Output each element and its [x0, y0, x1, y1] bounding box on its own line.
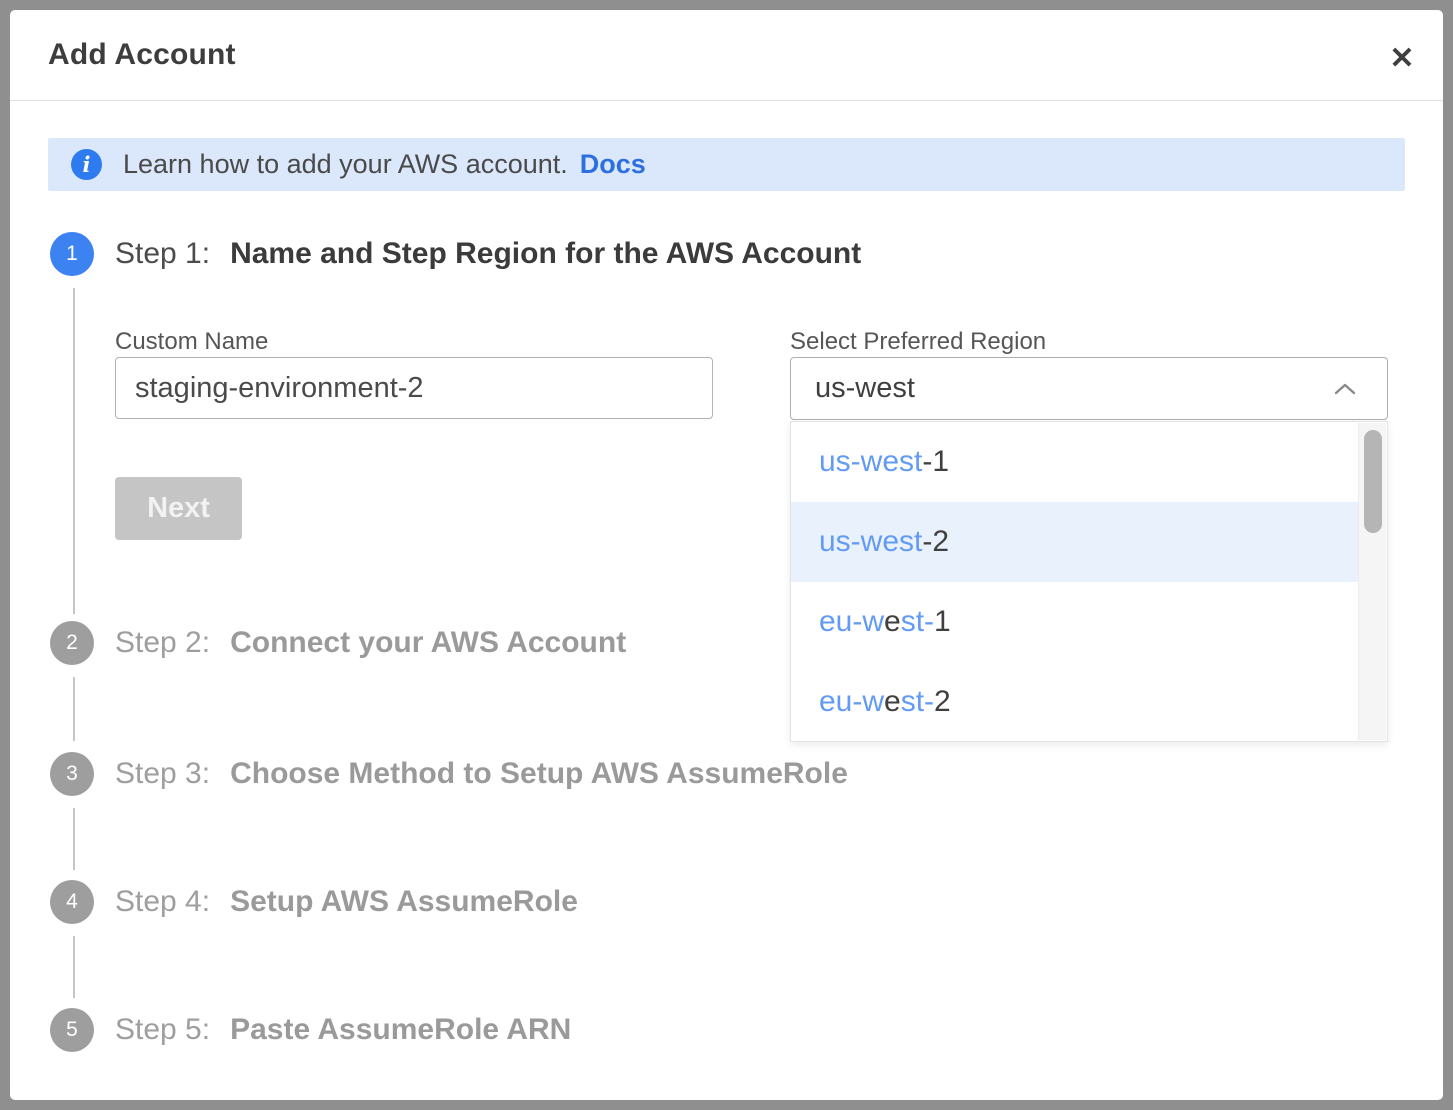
step-1-circle: 1	[50, 232, 94, 276]
region-option-eu-west-2[interactable]: eu-west-2	[791, 662, 1360, 742]
step-1-prefix: Step 1:	[115, 237, 210, 271]
option-label: eu-west-2	[819, 685, 951, 719]
info-banner: i Learn how to add your AWS account. Doc…	[48, 138, 1405, 191]
region-dropdown: us-west-1 us-west-2 eu-west-1 eu-west-2	[790, 421, 1388, 742]
step-2-title: Connect your AWS Account	[230, 626, 626, 660]
next-button[interactable]: Next	[115, 477, 242, 540]
step-2-circle: 2	[50, 621, 94, 665]
dropdown-scrollbar-track[interactable]	[1358, 423, 1386, 740]
step-5-title: Paste AssumeRole ARN	[230, 1013, 571, 1047]
custom-name-label: Custom Name	[115, 328, 268, 356]
chevron-up-icon	[1329, 381, 1361, 397]
step-5-circle: 5	[50, 1008, 94, 1052]
step-1-number: 1	[66, 242, 78, 266]
region-select[interactable]: us-west	[790, 357, 1388, 420]
region-option-us-west-1[interactable]: us-west-1	[791, 422, 1360, 502]
region-label: Select Preferred Region	[790, 328, 1046, 356]
connector-1-2	[73, 288, 75, 614]
option-label: us-west-1	[819, 445, 949, 479]
step-3-header: Step 3: Choose Method to Setup AWS Assum…	[115, 752, 848, 796]
connector-2-3	[73, 677, 75, 741]
step-4-header: Step 4: Setup AWS AssumeRole	[115, 880, 578, 924]
header-divider	[10, 100, 1443, 101]
step-5-header: Step 5: Paste AssumeRole ARN	[115, 1008, 571, 1052]
step-3-prefix: Step 3:	[115, 757, 210, 791]
step-1-header: Step 1: Name and Step Region for the AWS…	[115, 232, 861, 276]
step-4-number: 4	[66, 890, 78, 914]
step-5-prefix: Step 5:	[115, 1013, 210, 1047]
step-3-number: 3	[66, 762, 78, 786]
close-icon[interactable]: ✕	[1380, 36, 1424, 80]
dropdown-scrollbar-thumb[interactable]	[1364, 430, 1382, 533]
step-2-number: 2	[66, 631, 78, 655]
add-account-modal: Add Account ✕ i Learn how to add your AW…	[10, 10, 1443, 1100]
info-icon: i	[71, 149, 102, 180]
step-5-number: 5	[66, 1018, 78, 1042]
region-select-value: us-west	[815, 372, 1329, 405]
step-4-title: Setup AWS AssumeRole	[230, 885, 578, 919]
step-3-title: Choose Method to Setup AWS AssumeRole	[230, 757, 848, 791]
step-2-header: Step 2: Connect your AWS Account	[115, 621, 626, 665]
connector-3-4	[73, 808, 75, 870]
region-option-eu-west-1[interactable]: eu-west-1	[791, 582, 1360, 662]
banner-text: Learn how to add your AWS account.	[123, 149, 568, 180]
step-3-circle: 3	[50, 752, 94, 796]
custom-name-input[interactable]	[115, 357, 713, 419]
step-2-prefix: Step 2:	[115, 626, 210, 660]
option-label: eu-west-1	[819, 605, 951, 639]
step-4-circle: 4	[50, 880, 94, 924]
docs-link[interactable]: Docs	[580, 149, 646, 180]
step-1-title: Name and Step Region for the AWS Account	[230, 237, 861, 271]
step-4-prefix: Step 4:	[115, 885, 210, 919]
option-label: us-west-2	[819, 525, 949, 559]
region-option-us-west-2[interactable]: us-west-2	[791, 502, 1360, 582]
connector-4-5	[73, 936, 75, 998]
page-title: Add Account	[48, 38, 236, 72]
